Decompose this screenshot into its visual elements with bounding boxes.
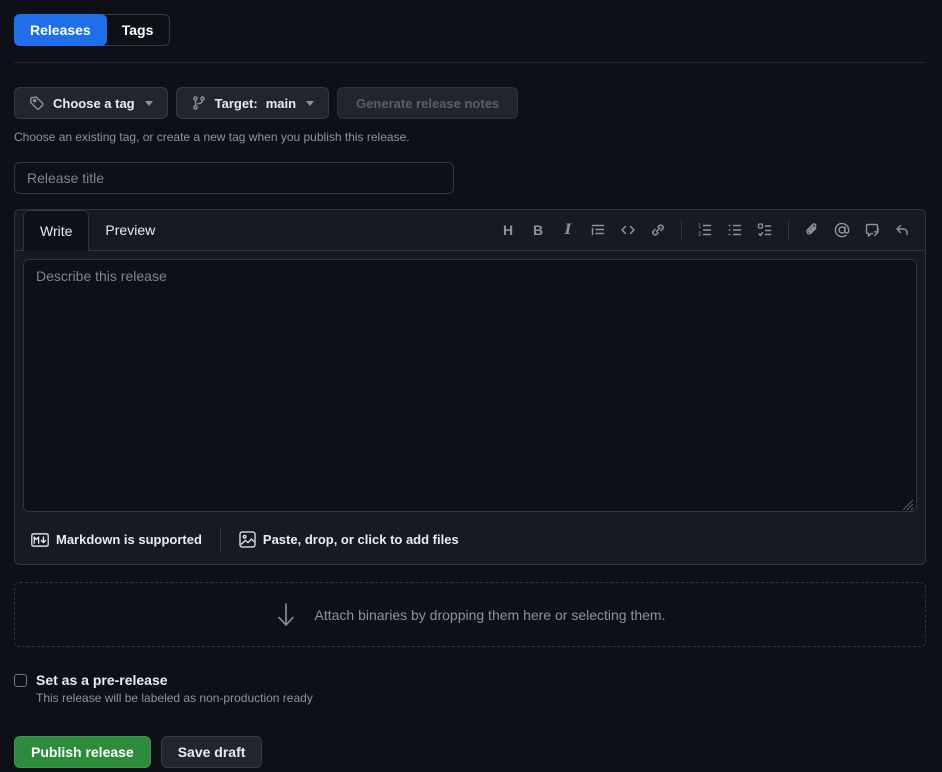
prerelease-checkbox[interactable] xyxy=(14,674,27,687)
generate-release-notes-button[interactable]: Generate release notes xyxy=(337,87,518,119)
target-label: Target: xyxy=(215,96,258,111)
unordered-list-icon[interactable] xyxy=(722,217,748,243)
release-title-input[interactable] xyxy=(14,162,454,194)
tag-helper-text: Choose an existing tag, or create a new … xyxy=(14,130,926,144)
tab-releases[interactable]: Releases xyxy=(14,14,107,46)
chevron-down-icon xyxy=(306,101,314,106)
svg-text:2: 2 xyxy=(698,232,702,238)
reply-icon[interactable] xyxy=(889,217,915,243)
task-list-icon[interactable] xyxy=(752,217,778,243)
release-description-editor: Write Preview H B I xyxy=(14,209,926,565)
editor-body xyxy=(23,259,917,515)
tab-write[interactable]: Write xyxy=(23,210,89,251)
chevron-down-icon xyxy=(145,101,153,106)
choose-tag-label: Choose a tag xyxy=(53,96,135,111)
tab-tags[interactable]: Tags xyxy=(101,14,171,46)
toolbar-separator xyxy=(788,220,789,240)
form-actions: Publish release Save draft xyxy=(14,736,926,768)
image-icon xyxy=(239,531,256,548)
ordered-list-icon[interactable]: 1 2 xyxy=(692,217,718,243)
mention-icon[interactable] xyxy=(829,217,855,243)
editor-footer: Markdown is supported Paste, drop, or cl… xyxy=(15,523,925,564)
toolbar-separator xyxy=(681,220,682,240)
tab-preview[interactable]: Preview xyxy=(89,210,171,250)
download-arrow-icon xyxy=(275,601,297,629)
target-branch-value: main xyxy=(266,96,296,111)
header-divider xyxy=(14,62,926,63)
paperclip-icon[interactable] xyxy=(799,217,825,243)
code-icon[interactable] xyxy=(615,217,641,243)
paste-drop-files-button[interactable]: Paste, drop, or click to add files xyxy=(239,531,459,548)
tag-icon xyxy=(29,95,45,111)
quote-icon[interactable] xyxy=(585,217,611,243)
prerelease-section: Set as a pre-release This release will b… xyxy=(14,672,926,705)
target-branch-button[interactable]: Target: main xyxy=(176,87,329,119)
tag-target-row: Choose a tag Target: main Generate relea… xyxy=(14,87,926,119)
prerelease-label[interactable]: Set as a pre-release xyxy=(36,672,168,688)
attach-binaries-text: Attach binaries by dropping them here or… xyxy=(315,607,666,623)
editor-tab-bar: Write Preview H B I xyxy=(15,210,925,251)
markdown-toolbar: H B I xyxy=(495,210,925,250)
new-release-page: Releases Tags Choose a tag xyxy=(0,0,942,768)
save-draft-button[interactable]: Save draft xyxy=(161,736,263,768)
italic-icon[interactable]: I xyxy=(555,217,581,243)
cross-reference-icon[interactable] xyxy=(859,217,885,243)
release-description-textarea[interactable] xyxy=(23,259,917,512)
markdown-supported-link[interactable]: Markdown is supported xyxy=(31,532,202,547)
publish-release-button[interactable]: Publish release xyxy=(14,736,151,768)
bold-icon[interactable]: B xyxy=(525,217,551,243)
svg-text:1: 1 xyxy=(698,224,702,230)
footer-divider xyxy=(220,527,221,553)
prerelease-description: This release will be labeled as non-prod… xyxy=(36,691,926,705)
link-icon[interactable] xyxy=(645,217,671,243)
git-branch-icon xyxy=(191,95,207,111)
markdown-icon xyxy=(31,533,49,547)
heading-icon[interactable]: H xyxy=(495,217,521,243)
releases-tags-segmented-control: Releases Tags xyxy=(14,14,170,46)
attach-binaries-dropzone[interactable]: Attach binaries by dropping them here or… xyxy=(14,582,926,647)
choose-tag-button[interactable]: Choose a tag xyxy=(14,87,168,119)
